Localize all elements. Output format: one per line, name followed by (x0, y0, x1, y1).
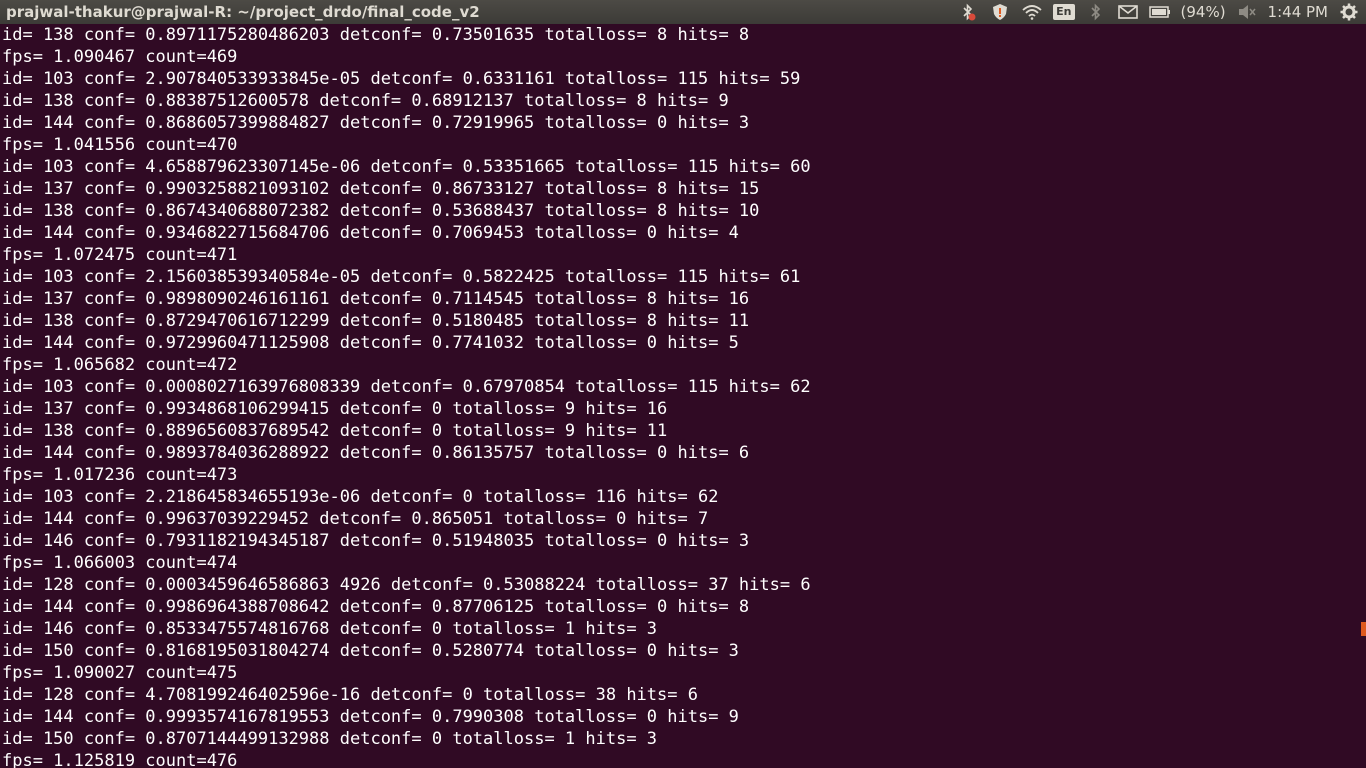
terminal-line: id= 128 conf= 0.0003459646586863 4926 de… (2, 575, 811, 595)
terminal-line: id= 128 conf= 4.708199246402596e-16 detc… (2, 685, 698, 705)
terminal-output[interactable]: id= 138 conf= 0.8971175280486203 detconf… (0, 24, 1366, 768)
terminal-line: id= 144 conf= 0.9729960471125908 detconf… (2, 333, 739, 353)
terminal-line: id= 103 conf= 2.907840533933845e-05 detc… (2, 69, 801, 89)
terminal-line: id= 138 conf= 0.88387512600578 detconf= … (2, 91, 729, 111)
terminal-line: id= 103 conf= 2.156038539340584e-05 detc… (2, 267, 801, 287)
window-title: prajwal-thakur@prajwal-R: ~/project_drdo… (6, 3, 480, 21)
battery-icon[interactable] (1148, 3, 1171, 21)
keyboard-layout-indicator[interactable]: En (1053, 4, 1075, 20)
terminal-line: id= 103 conf= 0.0008027163976808339 detc… (2, 377, 811, 397)
terminal-line: id= 137 conf= 0.9898090246161161 detconf… (2, 289, 750, 309)
terminal-line: fps= 1.041556 count=470 (2, 135, 238, 155)
terminal-line: fps= 1.017236 count=473 (2, 465, 238, 485)
terminal-line: id= 138 conf= 0.8896560837689542 detconf… (2, 421, 668, 441)
terminal-line: id= 144 conf= 0.9986964388708642 detconf… (2, 597, 750, 617)
terminal-line: fps= 1.072475 count=471 (2, 245, 238, 265)
terminal-line: id= 144 conf= 0.8686057399884827 detconf… (2, 113, 750, 133)
system-tray: En (94%) 1:44 PM (957, 3, 1360, 21)
terminal-line: fps= 1.125819 count=476 (2, 751, 238, 768)
terminal-line: id= 144 conf= 0.9893784036288922 detconf… (2, 443, 750, 463)
battery-percentage[interactable]: (94%) (1181, 3, 1226, 21)
terminal-line: id= 150 conf= 0.8707144499132988 detconf… (2, 729, 658, 749)
scrollbar-indicator[interactable] (1361, 622, 1366, 636)
terminal-line: fps= 1.066003 count=474 (2, 553, 238, 573)
terminal-line: id= 103 conf= 4.658879623307145e-06 detc… (2, 157, 811, 177)
terminal-line: id= 146 conf= 0.7931182194345187 detconf… (2, 531, 750, 551)
terminal-line: id= 144 conf= 0.99637039229452 detconf= … (2, 509, 709, 529)
terminal-line: id= 137 conf= 0.9903258821093102 detconf… (2, 179, 760, 199)
terminal-line: fps= 1.090027 count=475 (2, 663, 238, 683)
terminal-line: id= 138 conf= 0.8729470616712299 detconf… (2, 311, 750, 331)
shield-icon[interactable] (989, 3, 1011, 21)
terminal-line: id= 146 conf= 0.8533475574816768 detconf… (2, 619, 658, 639)
terminal-line: id= 137 conf= 0.9934868106299415 detconf… (2, 399, 668, 419)
wifi-icon[interactable] (1021, 3, 1043, 21)
terminal-line: id= 144 conf= 0.9346822715684706 detconf… (2, 223, 739, 243)
terminal-line: id= 150 conf= 0.8168195031804274 detconf… (2, 641, 739, 661)
top-panel: prajwal-thakur@prajwal-R: ~/project_drdo… (0, 0, 1366, 24)
terminal-line: id= 138 conf= 0.8971175280486203 detconf… (2, 25, 750, 45)
bluetooth-icon[interactable] (1085, 3, 1107, 21)
clock[interactable]: 1:44 PM (1268, 3, 1328, 21)
gear-icon[interactable] (1338, 3, 1360, 21)
mail-icon[interactable] (1117, 3, 1139, 21)
terminal-line: fps= 1.090467 count=469 (2, 47, 238, 67)
terminal-line: id= 103 conf= 2.218645834655193e-06 detc… (2, 487, 719, 507)
terminal-line: id= 144 conf= 0.9993574167819553 detconf… (2, 707, 739, 727)
volume-muted-icon[interactable] (1236, 3, 1258, 21)
bluetooth-error-icon[interactable] (957, 3, 979, 21)
terminal-line: fps= 1.065682 count=472 (2, 355, 238, 375)
terminal-line: id= 138 conf= 0.8674340688072382 detconf… (2, 201, 760, 221)
